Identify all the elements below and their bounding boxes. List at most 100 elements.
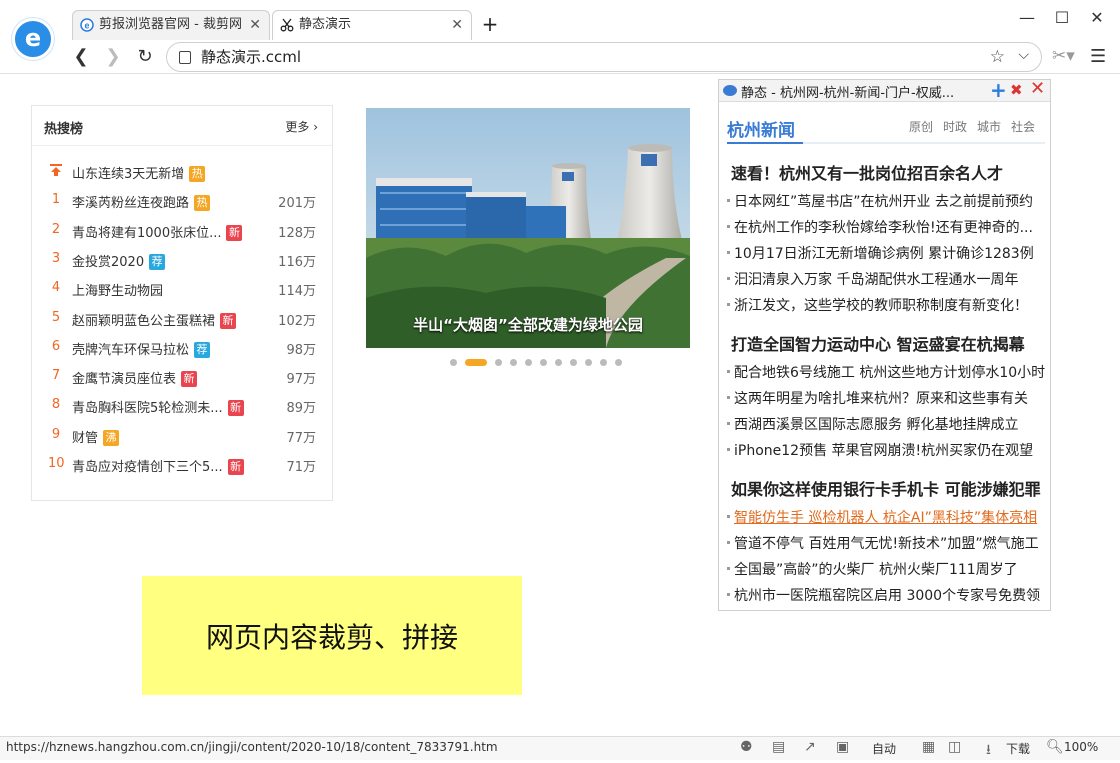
news-item[interactable]: 在杭州工作的李秋怡嫁给李秋怡!还有更神奇的... (727, 217, 1045, 237)
carousel-dot[interactable] (495, 359, 502, 366)
new-tab-button[interactable]: + (480, 12, 500, 36)
refresh-icon[interactable]: ↻ (132, 44, 158, 70)
hot-item-text[interactable]: 山东连续3天无新增 (72, 167, 184, 182)
lightbulb-icon[interactable]: ⚉ (740, 739, 753, 755)
hot-item-name[interactable]: 青岛将建有1000张床位... 新 (72, 222, 243, 241)
headline[interactable]: 打造全国智力运动中心 智运盛宴在杭揭幕 (731, 331, 1025, 355)
news-item-text[interactable]: 西湖西溪景区国际志愿服务 孵化基地挂牌成立 (734, 417, 1018, 433)
news-item[interactable]: 10月17日浙江无新增确诊病例 累计确诊1283例 (727, 243, 1045, 263)
zoom-level[interactable]: 100% (1064, 740, 1098, 754)
hot-item-text[interactable]: 赵丽颖明蓝色公主蛋糕裙 (72, 314, 215, 329)
news-item-text[interactable]: 日本网红”茑屋书店”在杭州开业 去之前提前预约 (734, 194, 1033, 210)
pin-icon[interactable]: ✖ (1010, 81, 1023, 99)
hot-list-item[interactable]: 3 金投赏2020 荐 116万 (32, 246, 332, 275)
tab-chengshi[interactable]: 城市 (977, 118, 1001, 135)
hot-item-text[interactable]: 壳牌汽车环保马拉松 (72, 343, 189, 358)
news-item-text[interactable]: 配合地铁6号线施工 杭州这些地方计划停水10小时 (734, 365, 1045, 381)
hot-list-item[interactable]: 1 李溪芮粉丝连夜跑路热 201万 (32, 187, 332, 216)
hot-item-name[interactable]: 赵丽颖明蓝色公主蛋糕裙新 (72, 310, 237, 329)
forward-icon[interactable]: ❯ (100, 44, 126, 70)
headline[interactable]: 速看！杭州又有一批岗位招百余名人才 (731, 160, 1003, 184)
hot-item-name[interactable]: 青岛应对疫情创下三个5... 新 (72, 456, 244, 475)
more-link[interactable]: 更多 › (285, 118, 318, 135)
hot-list-item[interactable]: 7 金鹰节演员座位表新 97万 (32, 363, 332, 392)
hot-list-item[interactable]: 10 青岛应对疫情创下三个5... 新 71万 (32, 451, 332, 480)
hot-item-text[interactable]: 青岛应对疫情创下三个5... (72, 460, 223, 475)
hot-item-name[interactable]: 财管沸 (72, 427, 120, 446)
carousel-dot[interactable] (570, 359, 577, 366)
auto-mode[interactable]: 自动 (872, 740, 896, 757)
download-icon[interactable]: ⭳ (986, 739, 991, 763)
news-item-text[interactable]: 汩汩清泉入万家 千岛湖配供水工程通水一周年 (734, 272, 1018, 288)
news-item[interactable]: 管道不停气 百姓用气无忧!新技术”加盟”燃气施工 (727, 533, 1045, 553)
carousel-dot[interactable] (450, 359, 457, 366)
zoom-icon[interactable]: 🔍︎ (1046, 739, 1064, 755)
hot-list-item[interactable]: 5 赵丽颖明蓝色公主蛋糕裙新 102万 (32, 305, 332, 334)
hot-item-text[interactable]: 青岛胸科医院5轮检测未... (72, 401, 223, 416)
browser-logo-icon[interactable]: e (12, 18, 54, 60)
carousel-dot[interactable] (555, 359, 562, 366)
section-title[interactable]: 杭州新闻 (727, 116, 795, 141)
close-icon[interactable]: ✕ (1030, 78, 1045, 99)
close-window-icon[interactable]: ✕ (1082, 6, 1112, 30)
carousel-dot[interactable] (600, 359, 607, 366)
widget-header[interactable]: 静态 - 杭州网-杭州-新闻-门户-权威... + ✖ ✕ (719, 78, 1050, 102)
split-icon[interactable]: ◫ (948, 739, 961, 755)
tab-yuanchuang[interactable]: 原创 (909, 118, 933, 135)
hot-item-text[interactable]: 上海野生动物园 (72, 284, 163, 299)
news-item[interactable]: 杭州市一医院瓶窑院区启用 3000个专家号免费领 (727, 585, 1045, 605)
carousel-dot-active[interactable] (465, 359, 487, 366)
hot-item-name[interactable]: 金投赏2020 荐 (72, 251, 166, 270)
hot-list-item[interactable]: 2 青岛将建有1000张床位... 新 128万 (32, 217, 332, 246)
hot-list-item[interactable]: 8 青岛胸科医院5轮检测未... 新 89万 (32, 392, 332, 421)
headline[interactable]: 如果你这样使用银行卡手机卡 可能涉嫌犯罪 (731, 476, 1041, 500)
add-icon[interactable]: + (990, 78, 1007, 102)
news-item-text[interactable]: iPhone12预售 苹果官网崩溃!杭州买家仍在观望 (734, 443, 1033, 459)
news-item[interactable]: 日本网红”茑屋书店”在杭州开业 去之前提前预约 (727, 191, 1045, 211)
chevron-down-icon[interactable]: ⌵ (1018, 47, 1029, 63)
tab-jianbao[interactable]: e 剪报浏览器官网 - 裁剪网 ✕ (72, 10, 270, 40)
download-label[interactable]: 下载 (1006, 740, 1030, 757)
hot-list-item[interactable]: 9 财管沸 77万 (32, 422, 332, 451)
scissors-icon[interactable]: ✂▾ (1052, 46, 1075, 66)
tab-static-demo[interactable]: 静态演示 ✕ (272, 10, 472, 41)
news-item[interactable]: 汩汩清泉入万家 千岛湖配供水工程通水一周年 (727, 269, 1045, 289)
star-icon[interactable]: ☆ (990, 47, 1005, 67)
news-item[interactable]: 西湖西溪景区国际志愿服务 孵化基地挂牌成立 (727, 414, 1045, 434)
hot-item-text[interactable]: 青岛将建有1000张床位... (72, 226, 221, 241)
save-icon[interactable]: ▤ (772, 739, 785, 755)
news-item-text[interactable]: 智能仿生手 巡检机器人 杭企AI”黑科技”集体亮相 (734, 510, 1037, 526)
news-item-text[interactable]: 全国最”高龄”的火柴厂 杭州火柴厂111周岁了 (734, 562, 1018, 578)
hot-item-text[interactable]: 金投赏2020 (72, 255, 144, 270)
news-item-text[interactable]: 在杭州工作的李秋怡嫁给李秋怡!还有更神奇的... (734, 220, 1033, 236)
tab-close-icon[interactable]: ✕ (249, 11, 261, 39)
news-item[interactable]: 全国最”高龄”的火柴厂 杭州火柴厂111周岁了 (727, 559, 1045, 579)
photo-carousel[interactable]: 半山“大烟囱”全部改建为绿地公园 (366, 108, 690, 348)
tab-shizheng[interactable]: 时政 (943, 118, 967, 135)
hot-item-name[interactable]: 上海野生动物园 (72, 280, 163, 299)
grid-icon[interactable]: ▦ (922, 739, 935, 755)
hot-item-text[interactable]: 李溪芮粉丝连夜跑路 (72, 196, 189, 211)
news-item[interactable]: 浙江发文，这些学校的教师职称制度有新变化！ (727, 295, 1045, 315)
carousel-dot[interactable] (540, 359, 547, 366)
share-icon[interactable]: ↗ (804, 739, 816, 755)
back-icon[interactable]: ❮ (68, 44, 94, 70)
news-item[interactable]: 这两年明星为啥扎堆来杭州？原来和这些事有关 (727, 388, 1045, 408)
news-item[interactable]: 配合地铁6号线施工 杭州这些地方计划停水10小时 (727, 362, 1045, 382)
news-item-text[interactable]: 10月17日浙江无新增确诊病例 累计确诊1283例 (734, 246, 1034, 262)
news-item-text[interactable]: 杭州市一医院瓶窑院区启用 3000个专家号免费领 (734, 588, 1040, 604)
hot-item-name[interactable]: 山东连续3天无新增热 (72, 163, 206, 182)
hot-item-name[interactable]: 壳牌汽车环保马拉松荐 (72, 339, 211, 358)
carousel-caption[interactable]: 半山“大烟囱”全部改建为绿地公园 (366, 314, 690, 335)
menu-icon[interactable]: ☰ (1090, 46, 1106, 67)
url-field[interactable]: 静态演示.ccml ☆ ⌵ (166, 42, 1042, 72)
more-label[interactable]: 更多 (285, 120, 309, 134)
hot-list-item[interactable]: 4 上海野生动物园 114万 (32, 275, 332, 304)
url-text[interactable]: 静态演示.ccml (201, 43, 301, 71)
news-item-text[interactable]: 浙江发文，这些学校的教师职称制度有新变化！ (734, 298, 1028, 314)
carousel-dot[interactable] (615, 359, 622, 366)
carousel-dot[interactable] (525, 359, 532, 366)
hot-item-text[interactable]: 金鹰节演员座位表 (72, 372, 176, 387)
hot-item-name[interactable]: 李溪芮粉丝连夜跑路热 (72, 192, 211, 212)
tab-close-icon[interactable]: ✕ (451, 11, 463, 39)
